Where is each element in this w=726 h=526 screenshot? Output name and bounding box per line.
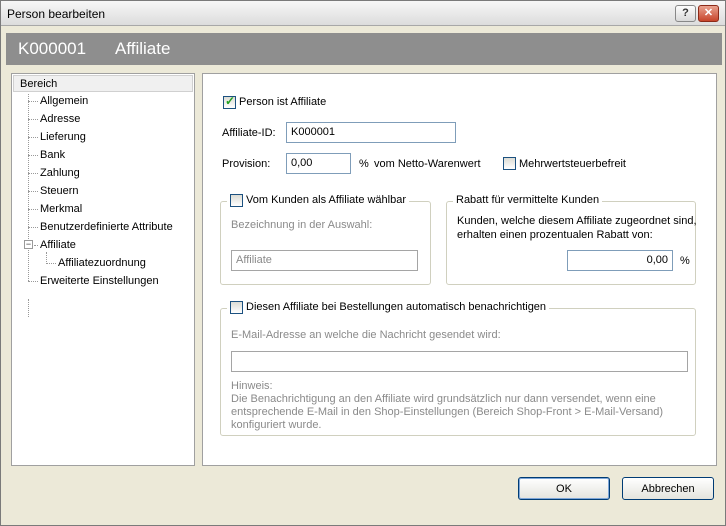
record-code: K000001 [18,39,87,58]
bezeichnung-input[interactable]: Affiliate [231,250,418,271]
tree-connector [28,191,38,192]
rabatt-legend: Rabatt für vermittelte Kunden [453,194,603,206]
person-ist-affiliate-checkbox[interactable] [223,94,236,109]
tree-connector [28,155,38,156]
record-section-name: Affiliate [115,39,171,58]
tree-connector [28,299,29,317]
sidebar-item-lieferung[interactable]: Lieferung [40,129,86,145]
hint-line3: konfiguriert wurde. [231,419,322,431]
close-button[interactable]: ✕ [698,5,719,22]
sidebar-item-zahlung[interactable]: Zahlung [40,165,80,181]
tree-connector [28,281,38,282]
benachrichtigen-legend: Diesen Affiliate bei Bestellungen automa… [227,301,550,313]
mehrwertsteuerbefreit-checkbox[interactable] [503,157,516,170]
window-title: Person bearbeiten [7,7,106,21]
hint-line1: Die Benachrichtigung an den Affiliate wi… [231,393,656,405]
record-header: K000001 Affiliate [6,33,722,65]
hint-line2: entsprechende E-Mail in den Shop-Einstel… [231,406,663,418]
sidebar-item-merkmal[interactable]: Merkmal [40,201,82,217]
rabatt-text-line1: Kunden, welche diesem Affiliate zugeordn… [457,215,697,227]
auswahl-group: Vom Kunden als Affiliate wählbar Bezeich… [220,194,431,285]
cancel-button[interactable]: Abbrechen [622,477,714,500]
benachrichtigen-legend-label: Diesen Affiliate bei Bestellungen automa… [246,301,547,313]
tree-header: Bereich [13,75,193,92]
provision-label: Provision: [222,158,271,170]
dialog-window: Person bearbeiten ? ✕ K000001 Affiliate … [0,0,726,526]
tree-connector [28,137,38,138]
sidebar-item-steuern[interactable]: Steuern [40,183,79,199]
rabatt-input[interactable]: 0,00 [567,250,673,271]
help-button[interactable]: ? [675,5,696,22]
mehrwertsteuerbefreit-label: Mehrwertsteuerbefreit [519,158,626,170]
collapse-icon[interactable]: − [24,240,33,249]
tree-connector [28,209,38,210]
tree-connector [28,101,38,102]
title-bar[interactable]: Person bearbeiten ? ✕ [1,1,725,26]
person-ist-affiliate-label: Person ist Affiliate [239,96,327,108]
affiliate-id-label: Affiliate-ID: [222,127,276,139]
auswahl-legend: Vom Kunden als Affiliate wählbar [227,194,410,206]
provision-input[interactable]: 0,00 [286,153,351,174]
rabatt-group: Rabatt für vermittelte Kunden Kunden, we… [446,194,697,285]
rabatt-text-line2: erhalten einen prozentualen Rabatt von: [457,229,653,241]
provision-suffix: vom Netto-Warenwert [374,158,481,170]
rabatt-unit: % [680,255,690,267]
sidebar-item-bank[interactable]: Bank [40,147,65,163]
sidebar-item-benutzerdefinierte-attribute[interactable]: Benutzerdefinierte Attribute [40,219,173,235]
auswahl-checkbox[interactable] [230,194,243,207]
affiliate-settings-panel: Person ist Affiliate Affiliate-ID: K0000… [202,73,717,466]
hint-title: Hinweis: [231,380,273,392]
tree-connector [46,263,56,264]
auswahl-legend-label: Vom Kunden als Affiliate wählbar [246,194,407,206]
tree-connector [28,119,38,120]
tree-connector [28,227,38,228]
tree-connector [28,94,29,281]
sidebar-item-allgemein[interactable]: Allgemein [40,93,88,109]
bezeichnung-label: Bezeichnung in der Auswahl: [231,219,373,231]
sidebar-item-affiliatezuordnung[interactable]: Affiliatezuordnung [58,255,146,271]
ok-button[interactable]: OK [518,477,610,500]
tree-connector [34,245,38,246]
email-label: E-Mail-Adresse an welche die Nachricht g… [231,329,501,341]
sidebar-item-erweiterte-einstellungen[interactable]: Erweiterte Einstellungen [40,273,159,289]
provision-unit: % [359,158,369,170]
benachrichtigen-checkbox[interactable] [230,301,243,314]
tree-connector [28,173,38,174]
sidebar-item-affiliate[interactable]: Affiliate [40,237,76,253]
affiliate-id-input[interactable]: K000001 [286,122,456,143]
section-tree: Bereich Allgemein Adresse Lieferung Bank… [11,73,195,466]
benachrichtigen-group: Diesen Affiliate bei Bestellungen automa… [220,301,696,436]
email-input[interactable] [231,351,688,372]
sidebar-item-adresse[interactable]: Adresse [40,111,80,127]
